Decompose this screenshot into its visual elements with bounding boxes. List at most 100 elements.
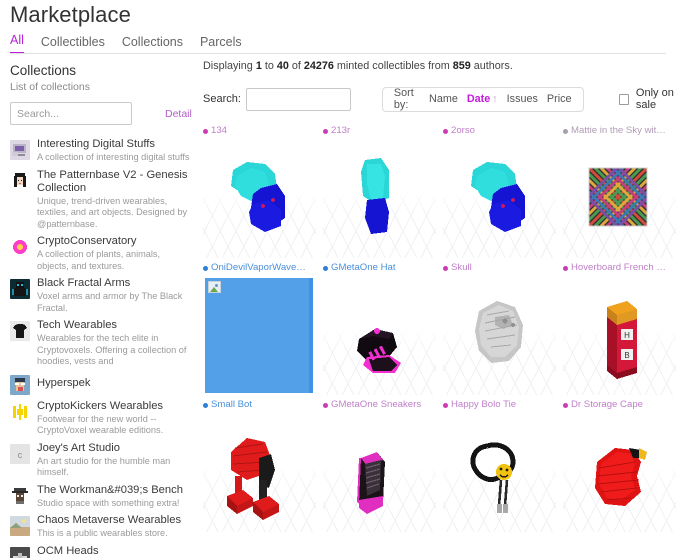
collectible-thumbnail[interactable] — [203, 140, 316, 258]
collectible-card[interactable]: Mattie in the Sky wit… — [563, 125, 681, 258]
broken-image-icon — [208, 281, 221, 293]
collectible-card[interactable]: 2orso — [443, 125, 561, 258]
collection-item-description: A collection of plants, animals, objects… — [37, 249, 161, 271]
collection-item-name: Joey's Art Studio — [37, 441, 120, 454]
collectible-name: GMetaOne Sneakers — [331, 399, 422, 410]
collectible-card-label[interactable]: GMetaOne Hat — [323, 262, 441, 274]
computer-thumbnail-icon — [10, 140, 30, 160]
collection-item-name: The Workman&#039;s Bench — [37, 483, 183, 496]
collectible-name: 2orso — [451, 125, 475, 136]
collection-list-item[interactable]: Tech Wearables Wearables for the tech eli… — [10, 317, 190, 371]
collectible-thumbnail[interactable] — [443, 414, 556, 532]
sort-option-price[interactable]: Price — [547, 93, 572, 105]
collection-list-item[interactable]: CryptoConservatory A collection of plants… — [10, 233, 190, 275]
collectible-card-label[interactable]: Small Bot — [203, 399, 321, 411]
collection-item-description: Studio space with something extra! — [37, 497, 180, 508]
tab-parcels[interactable]: Parcels — [200, 35, 242, 54]
collection-list-item[interactable]: CryptoKickers Wearables Footwear for the … — [10, 398, 190, 440]
sidebar-title: Collections — [10, 63, 77, 78]
collectible-card[interactable]: OniDevilVaporWave… — [203, 262, 321, 395]
collectible-card-label[interactable]: OniDevilVaporWave… — [203, 262, 321, 274]
collectible-card-label[interactable]: 134 — [203, 125, 321, 137]
collectible-name: Skull — [451, 262, 472, 273]
collectible-thumbnail[interactable] — [323, 277, 436, 395]
collectible-card-label[interactable]: Mattie in the Sky wit… — [563, 125, 681, 137]
collectible-thumbnail[interactable] — [323, 414, 436, 532]
collection-list-item[interactable]: The Workman&#039;s Bench Studio space wit… — [10, 482, 190, 513]
svg-text:H: H — [624, 331, 630, 340]
collection-item-text: Hyperspek — [37, 377, 190, 390]
collection-list-item[interactable]: c Joey's Art Studio An art studio for the … — [10, 440, 190, 482]
summary-total: 24276 — [303, 60, 334, 72]
avatar-dark-hair-icon — [10, 170, 30, 191]
sort-bar: Sort by: Name Date ↑ Issues Price — [381, 86, 584, 112]
collectible-card[interactable]: 213r — [323, 125, 441, 258]
collectible-card[interactable]: GMetaOne Sneakers — [323, 399, 441, 532]
collectible-thumbnail[interactable] — [443, 140, 556, 258]
collectible-thumbnail[interactable] — [203, 414, 316, 532]
collectible-thumbnail[interactable] — [323, 140, 436, 258]
collection-list-item[interactable]: Chaos Metaverse Wearables This is a publi… — [10, 512, 190, 543]
summary-prefix: Displaying — [203, 60, 256, 72]
collection-item-name: CryptoConservatory — [37, 235, 137, 247]
summary-mid3: minted collectibles from — [333, 60, 453, 72]
search-label: Search: — [203, 93, 241, 105]
tab-all[interactable]: All — [10, 33, 24, 54]
collection-item-text: CryptoConservatory A collection of plants… — [37, 235, 190, 272]
summary-mid1: to — [261, 60, 277, 72]
detail-link[interactable]: Detail — [165, 108, 192, 120]
sort-option-name[interactable]: Name — [429, 93, 458, 105]
collectible-card-label[interactable]: 2orso — [443, 125, 561, 137]
collection-item-description: This is a public wearables store. — [37, 528, 168, 538]
collection-list-item[interactable]: Interesting Digital Stuffs A collection o… — [10, 136, 190, 167]
only-on-sale-checkbox[interactable] — [618, 93, 629, 105]
status-dot-icon — [563, 128, 568, 134]
collectible-thumbnail[interactable] — [203, 277, 316, 395]
collectible-name: Mattie in the Sky wit… — [571, 125, 666, 136]
collectible-card-label[interactable]: 213r — [323, 125, 441, 137]
collectible-card[interactable]: GMetaOne Hat — [323, 262, 441, 395]
collection-item-description: Wearables for the tech elite in Cryptovo… — [37, 333, 187, 366]
black-tshirt-icon — [10, 321, 30, 341]
collectible-thumbnail[interactable] — [443, 277, 556, 395]
tab-collectibles[interactable]: Collectibles — [41, 35, 105, 54]
sidebar-search-input[interactable] — [10, 102, 132, 125]
collectible-card-label[interactable]: Skull — [443, 262, 561, 274]
search-input[interactable] — [245, 87, 351, 111]
collection-list-item[interactable]: OCM HeadsGet a new head! — [10, 543, 190, 558]
sort-option-issues[interactable]: Issues — [507, 93, 538, 105]
collection-item-description: A collection of interesting digital stuf… — [37, 152, 190, 162]
avatar-glasses-icon — [10, 374, 30, 395]
collection-item-name: Interesting Digital Stuffs — [37, 138, 155, 150]
sort-option-date[interactable]: Date — [467, 93, 490, 105]
collectible-thumbnail[interactable]: HB — [563, 277, 676, 395]
collectible-card-label[interactable]: Happy Bolo Tie — [443, 399, 561, 411]
collectible-card[interactable]: Happy Bolo Tie — [443, 399, 561, 532]
avatar-hat-icon — [10, 485, 30, 506]
collectible-card-label[interactable]: GMetaOne Sneakers — [323, 399, 441, 411]
collectible-card[interactable]: 134 — [203, 125, 321, 258]
sidebar-search-row: Detail — [10, 102, 192, 128]
collection-list-item[interactable]: Black Fractal Arms Voxel arms and armor b… — [10, 275, 190, 317]
collectible-card-label[interactable]: Dr Storage Cape — [563, 399, 681, 411]
collectible-card[interactable]: Dr Storage Cape — [563, 399, 681, 532]
collectible-thumbnail[interactable] — [563, 414, 676, 532]
summary-mid2: of — [288, 60, 304, 72]
collectible-name: 134 — [211, 125, 228, 136]
pink-flower-icon — [10, 237, 30, 257]
collection-list-item[interactable]: Hyperspek — [10, 371, 190, 398]
collectible-name: Dr Storage Cape — [571, 399, 643, 410]
status-dot-icon — [203, 265, 208, 271]
collectible-thumbnail[interactable] — [563, 140, 676, 258]
collection-item-description: An art studio for the humble man himself… — [37, 455, 171, 478]
status-dot-icon — [203, 128, 208, 134]
tab-collections[interactable]: Collections — [122, 35, 183, 54]
collection-list-item[interactable]: The Patternbase V2 - Genesis Collection U… — [10, 167, 190, 234]
collectible-card-label[interactable]: Hoverboard French … — [563, 262, 681, 274]
yellow-logo-icon — [10, 401, 30, 422]
collectible-card[interactable]: Skull — [443, 262, 561, 395]
status-dot-icon — [443, 128, 448, 134]
only-on-sale-toggle[interactable]: Only on sale — [618, 87, 694, 111]
collectible-card[interactable]: Hoverboard French … H B — [563, 262, 681, 395]
collectible-card[interactable]: Small Bot — [203, 399, 321, 532]
